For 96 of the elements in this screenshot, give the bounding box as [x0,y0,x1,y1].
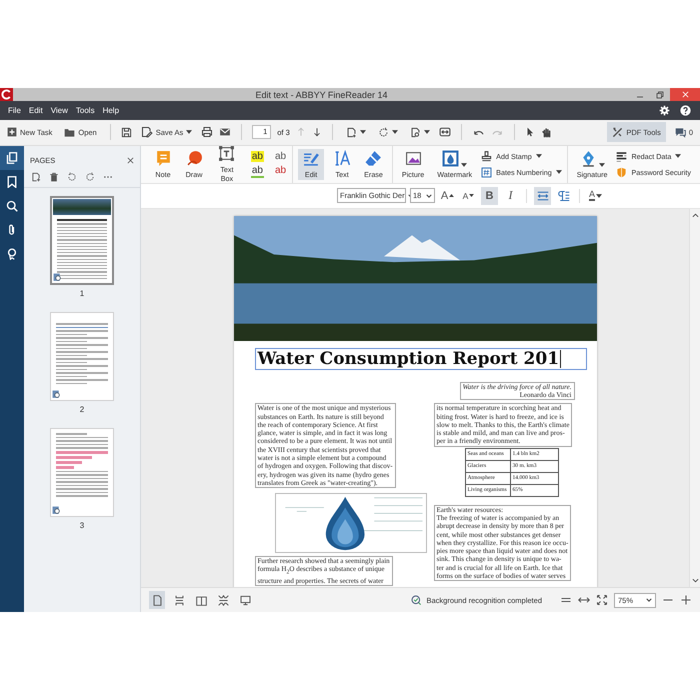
underline-text-tool[interactable]: ab [250,164,264,178]
up-caret-icon [449,194,454,198]
page-thumbnail[interactable] [50,312,114,401]
trash-icon[interactable] [49,172,59,182]
up-caret-icon [692,212,698,219]
strikeout-text-tool[interactable]: ab [274,164,288,178]
chevron-icon [426,194,432,198]
bold-button[interactable]: B [481,186,498,205]
folder-icon [64,126,76,138]
fit-width-icon [536,190,548,202]
page-thumbnail[interactable] [50,428,114,517]
page-number: 3 [80,521,84,530]
save-icon[interactable] [120,126,132,138]
close-icon [682,91,688,98]
print-icon[interactable] [201,126,214,138]
recognized-page-icon [52,390,61,399]
window-title: Edit text - ABBYY FineReader 14 [254,90,388,100]
two-page-scroll-icon [218,594,228,606]
page-number: 1 [80,289,84,298]
caret-icon [675,154,682,158]
hand-icon[interactable] [540,126,552,138]
settings-icon[interactable] [659,104,670,116]
caret-icon [424,130,430,134]
caret-icon [392,130,398,134]
text-frame-icon [218,145,236,162]
book-icon [196,594,206,606]
caret-icon [461,162,468,167]
paragraph-icon [558,190,570,202]
plus-square-icon [7,127,17,138]
decrease-font-button[interactable]: A [460,186,477,205]
menu-item[interactable]: Tools [72,106,99,115]
down-arrow-icon[interactable] [312,127,322,138]
menu-item[interactable]: File [4,106,25,115]
circle-icon [186,150,202,167]
picture-icon [404,150,422,167]
rotate-left-icon[interactable] [67,172,77,182]
recognition-check-icon [410,594,422,606]
chevron-icon [646,598,652,602]
caret-icon [596,194,602,198]
down-caret-icon [469,194,474,198]
caret-icon [186,130,192,134]
page-pen-icon [140,126,153,138]
recognized-page-icon [52,506,61,515]
pointer-icon[interactable] [524,127,535,138]
mail-icon[interactable] [219,126,232,138]
caret-icon [360,130,366,134]
increase-font-button[interactable]: A [439,186,456,205]
page-number: 2 [80,405,84,414]
rotate-icon [378,126,389,138]
help-icon[interactable] [680,104,691,116]
highlight-text-tool[interactable]: ab [250,150,264,162]
add-page-icon[interactable] [31,172,41,182]
pages-icon [6,152,18,164]
menu-item[interactable]: Edit [24,106,47,115]
monitor-icon [240,594,250,606]
menu-item[interactable]: Help [98,106,124,115]
insert-text-tool[interactable]: ab [274,150,288,162]
eraser-icon [365,150,382,167]
text-cursor-icon [334,150,351,167]
page-plus-icon [346,126,357,138]
bookmark-icon [6,176,18,188]
italic-button[interactable]: I [502,186,519,205]
restore-icon[interactable] [656,90,664,98]
page-magnifier-icon [410,126,421,138]
photo-thumbnail [53,199,111,215]
rotate-right-icon[interactable] [85,172,95,182]
page-thumbnail[interactable] [50,196,114,285]
single-page-icon [152,594,162,606]
continuous-scroll-icon [174,594,184,606]
app-logo-icon [0,88,13,101]
view-mode-button[interactable] [149,591,165,610]
redact-icon [616,150,628,162]
fit-page-icon[interactable] [596,594,608,606]
close-icon[interactable] [127,156,134,164]
comment-icon [674,126,686,138]
menu-item[interactable]: View [46,106,72,115]
note-icon [154,150,172,167]
watermark-icon [442,150,460,167]
caret-icon [536,154,542,158]
numbered-page-icon [481,166,492,178]
search-icon [6,200,18,212]
recognized-page-icon [53,273,62,282]
text-color-button[interactable]: A [587,186,604,205]
shield-icon [616,166,628,178]
vertical-scrollbar[interactable] [689,208,700,588]
tools-icon [612,126,624,138]
sidebar-tab[interactable] [0,146,24,170]
zoom-in-icon[interactable] [680,594,692,606]
title-text-block: Water Consumption Report 201 [254,348,586,370]
pin-search-icon [6,248,18,260]
fit-text-button[interactable] [534,186,551,205]
scan-icon[interactable] [438,126,451,138]
stamp-icon [481,150,492,162]
caret-icon [598,162,605,167]
caret-icon [556,170,562,174]
down-caret-icon [692,577,698,584]
